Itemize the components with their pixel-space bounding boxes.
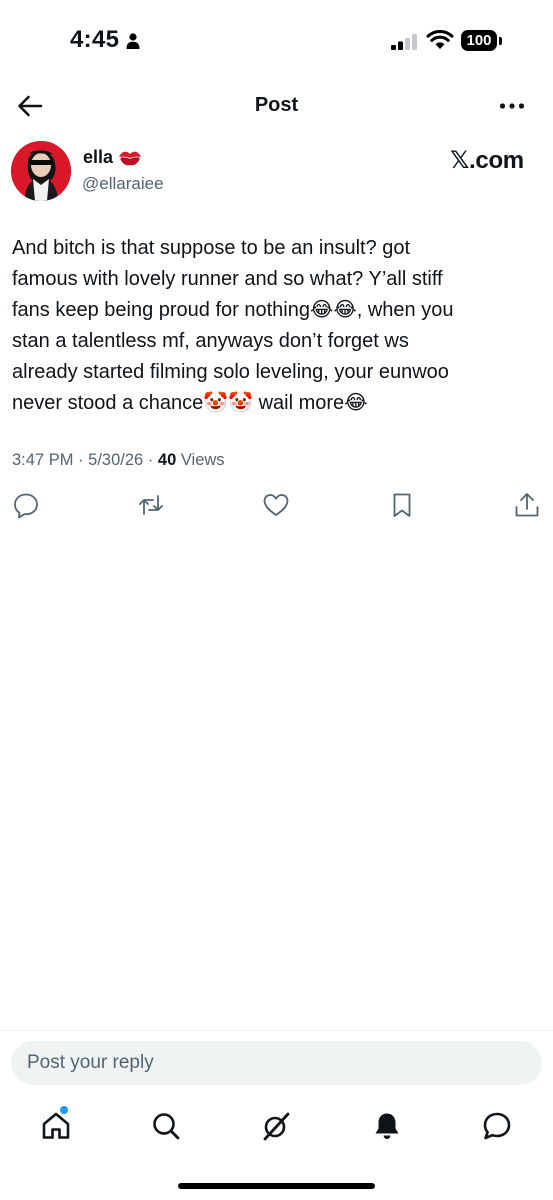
- post-time: 3:47 PM: [12, 451, 74, 469]
- author-name[interactable]: ella: [83, 147, 113, 168]
- home-indicator-bar[interactable]: [178, 1183, 375, 1189]
- avatar-portrait: [11, 141, 71, 201]
- status-bar: 4:45 100: [0, 0, 553, 80]
- top-header: Post: [0, 80, 553, 132]
- battery-indicator: 100: [461, 30, 497, 51]
- home-icon[interactable]: [40, 1110, 72, 1142]
- page-title: Post: [254, 94, 299, 116]
- messages-icon[interactable]: [481, 1110, 513, 1142]
- kiss-mark-icon: [119, 151, 141, 166]
- post-meta: 3:47 PM · 5/30/26 · 40 Views: [12, 451, 225, 470]
- meta-separator: ·: [78, 451, 84, 469]
- like-icon[interactable]: [262, 491, 290, 519]
- search-icon[interactable]: [150, 1110, 182, 1142]
- grok-icon[interactable]: [260, 1110, 292, 1142]
- reply-icon[interactable]: [12, 491, 40, 519]
- status-time: 4:45: [70, 26, 120, 53]
- repost-icon[interactable]: [137, 491, 165, 519]
- reply-input[interactable]: Post your reply: [11, 1041, 542, 1085]
- reply-divider: [0, 1030, 553, 1031]
- author-avatar[interactable]: [11, 141, 71, 201]
- wifi-icon: [426, 30, 454, 49]
- person-icon: [126, 33, 140, 49]
- author-handle[interactable]: @ellaraiee: [82, 174, 164, 194]
- bookmark-icon[interactable]: [388, 491, 416, 519]
- cellular-signal-icon: [391, 34, 417, 50]
- home-notification-dot: [60, 1106, 68, 1114]
- post-screen: 4:45 100 Post ella @ellaraiee 𝕏.com And …: [0, 0, 553, 1200]
- more-options-icon[interactable]: [498, 94, 526, 118]
- battery-terminal: [499, 37, 502, 45]
- post-text: And bitch is that suppose to be an insul…: [12, 237, 454, 414]
- reply-placeholder: Post your reply: [27, 1052, 154, 1073]
- meta-separator: ·: [147, 451, 154, 469]
- notifications-icon[interactable]: [371, 1110, 403, 1142]
- post-date: 5/30/26: [88, 451, 144, 469]
- post-actions: [0, 491, 553, 519]
- share-icon[interactable]: [513, 491, 541, 519]
- views-label: Views: [180, 451, 225, 469]
- source-label: 𝕏.com: [450, 147, 524, 174]
- views-count[interactable]: 40: [158, 451, 176, 469]
